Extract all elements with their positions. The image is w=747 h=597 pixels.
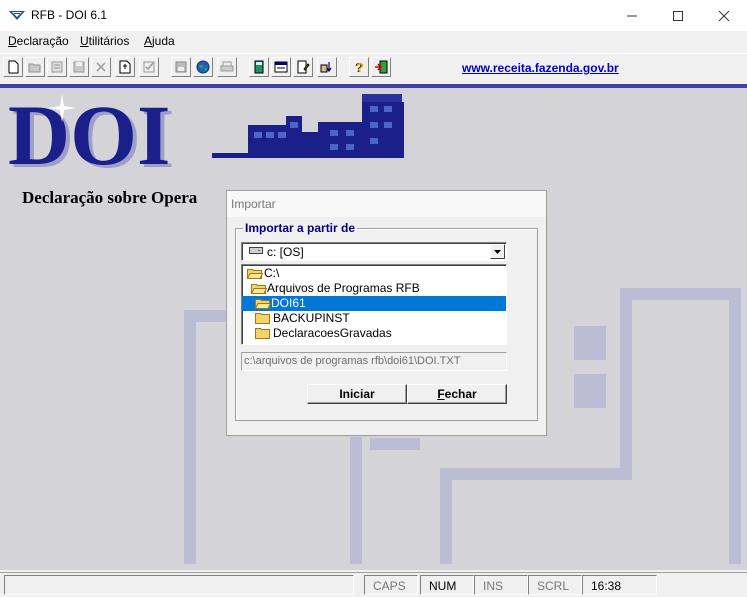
drive-dropdown-button[interactable] xyxy=(490,244,505,259)
status-message xyxy=(4,575,354,595)
new-document-button[interactable] xyxy=(3,57,23,77)
help-button[interactable]: ?? xyxy=(349,57,369,77)
maximize-icon xyxy=(673,10,683,21)
folder-icon xyxy=(255,328,270,339)
edit-document-button[interactable] xyxy=(293,57,313,77)
rfb-app-icon xyxy=(9,11,25,20)
minimize-button[interactable] xyxy=(609,0,655,31)
open-folder-icon xyxy=(247,269,263,279)
form-button[interactable] xyxy=(271,57,291,77)
save-icon xyxy=(73,61,85,73)
menu-bar: Declaração Utilitários Ajuda xyxy=(0,31,747,51)
delete-icon xyxy=(96,62,106,72)
receita-site-link[interactable]: www.receita.fazenda.gov.br xyxy=(462,61,619,75)
drive-value: c: [OS] xyxy=(267,245,304,259)
dialog-title-bar[interactable]: Importar xyxy=(227,191,546,217)
doi-logo-skyline xyxy=(212,94,404,158)
title-bar: RFB - DOI 6.1 xyxy=(0,0,747,31)
delete-button[interactable] xyxy=(91,57,111,77)
svg-text:?: ? xyxy=(356,60,364,74)
exit-button[interactable] xyxy=(371,57,391,77)
maximize-button[interactable] xyxy=(655,0,701,31)
menu-declaracao-hotkey: D xyxy=(8,34,17,48)
menu-ajuda-rest: juda xyxy=(152,34,175,48)
import-icon xyxy=(119,60,131,74)
window-title: RFB - DOI 6.1 xyxy=(31,8,108,22)
import-source-label: Importar a partir de xyxy=(243,221,358,235)
menu-declaracao[interactable]: Declaração xyxy=(8,34,69,48)
directory-label: C:\ xyxy=(264,266,280,280)
directory-label: Arquivos de Programas RFB xyxy=(267,281,420,295)
directory-item-declaracoes[interactable]: DeclaracoesGravadas xyxy=(242,326,506,341)
menu-ajuda[interactable]: Ajuda xyxy=(144,34,175,48)
close-dialog-button[interactable]: Fechar xyxy=(407,384,507,404)
close-icon xyxy=(719,10,729,21)
open-folder-icon xyxy=(255,299,271,309)
directory-item-backupinst[interactable]: BACKUPINST xyxy=(242,311,506,326)
form-icon xyxy=(274,61,288,73)
open-folder-icon xyxy=(251,284,267,294)
edit-document-icon xyxy=(297,60,310,74)
disk-button[interactable] xyxy=(171,57,191,77)
scrl-indicator: SCRL xyxy=(528,575,582,595)
close-label-rest: echar xyxy=(444,387,477,401)
chevron-down-icon xyxy=(494,250,501,254)
transfer-button[interactable] xyxy=(317,57,337,77)
svg-text:DOI: DOI xyxy=(8,87,170,183)
print-icon xyxy=(220,61,234,72)
caps-indicator: CAPS xyxy=(364,575,418,595)
close-hotkey: F xyxy=(437,387,445,401)
menu-ajuda-hotkey: A xyxy=(144,34,153,48)
calculator-button[interactable] xyxy=(249,57,269,77)
new-document-icon xyxy=(8,60,19,74)
drive-select[interactable]: c: [OS] xyxy=(241,242,507,261)
menu-utilitarios-hotkey: U xyxy=(80,34,89,48)
num-indicator: NUM xyxy=(420,575,474,595)
dialog-title: Importar xyxy=(231,197,276,211)
start-button[interactable]: Iniciar xyxy=(307,384,407,404)
list-icon xyxy=(51,61,63,73)
exit-icon xyxy=(375,60,388,74)
check-icon xyxy=(143,61,155,73)
directory-label: DOI61 xyxy=(271,296,306,310)
doi-logo-letters: DOI DOI xyxy=(8,87,174,186)
ins-indicator: INS xyxy=(474,575,528,595)
directory-item-doi61[interactable]: DOI61 xyxy=(242,296,506,311)
menu-declaracao-rest: eclaração xyxy=(16,34,69,48)
globe-icon xyxy=(196,60,210,74)
calculator-icon xyxy=(254,60,264,74)
directory-label: BACKUPINST xyxy=(273,311,350,325)
declaration-title: Declaração sobre Opera xyxy=(22,188,198,207)
disk-icon xyxy=(175,61,187,73)
menu-utilitarios[interactable]: Utilitários xyxy=(80,34,129,48)
folder-icon xyxy=(255,313,270,324)
internet-button[interactable] xyxy=(193,57,213,77)
toolbar: ?? xyxy=(0,53,747,82)
import-button[interactable] xyxy=(115,57,135,77)
import-dialog: Importar Importar a partir de c: [OS] C:… xyxy=(226,190,547,436)
status-bar: CAPS NUM INS SCRL 16:38 xyxy=(0,572,747,597)
file-path-field: c:\arquivos de programas rfb\doi61\DOI.T… xyxy=(241,352,507,371)
print-button[interactable] xyxy=(217,57,237,77)
directory-label: DeclaracoesGravadas xyxy=(273,326,392,340)
transfer-icon xyxy=(320,62,332,73)
close-button[interactable] xyxy=(701,0,747,31)
verify-button[interactable] xyxy=(139,57,159,77)
file-path-value: c:\arquivos de programas rfb\doi61\DOI.T… xyxy=(244,355,461,367)
help-icon: ?? xyxy=(355,60,364,74)
open-folder-icon xyxy=(28,63,41,73)
minimize-icon xyxy=(627,15,637,16)
menu-utilitarios-rest: tilitários xyxy=(88,34,130,48)
save-button[interactable] xyxy=(69,57,89,77)
hard-drive-icon xyxy=(249,247,263,254)
directory-item-arquivos[interactable]: Arquivos de Programas RFB xyxy=(242,281,506,296)
directory-list[interactable]: C:\ Arquivos de Programas RFB DOI61 BACK… xyxy=(241,264,507,345)
open-button[interactable] xyxy=(25,57,45,77)
directory-item-root[interactable]: C:\ xyxy=(242,266,506,281)
clock: 16:38 xyxy=(582,575,657,595)
list-button[interactable] xyxy=(47,57,67,77)
